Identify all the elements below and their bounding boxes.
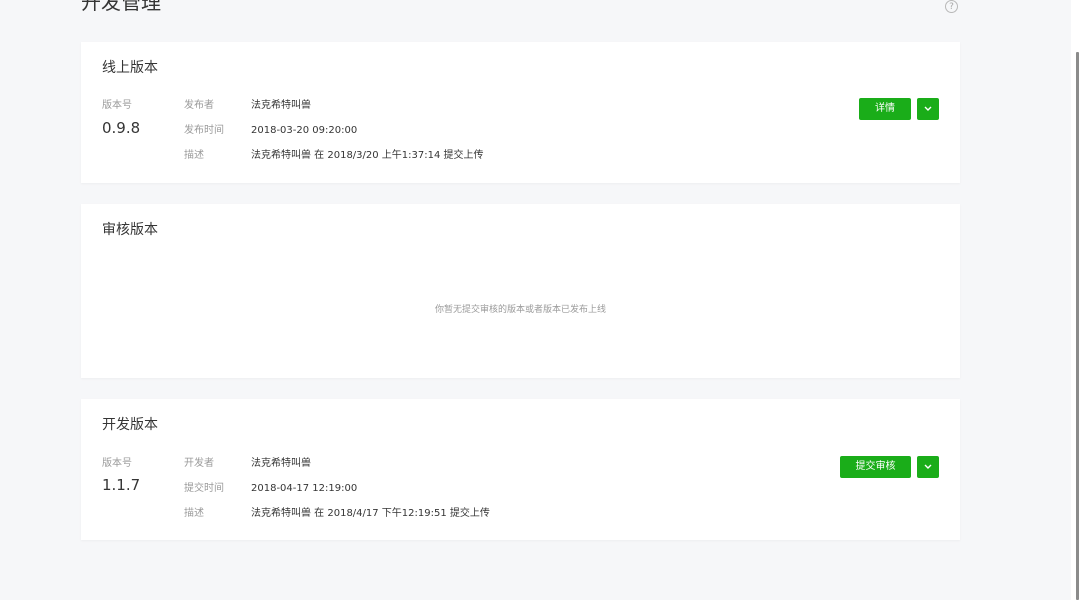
online-publish-time-label: 发布时间 bbox=[184, 125, 224, 136]
details-button[interactable]: 详情 bbox=[859, 98, 911, 120]
online-publish-time-value: 2018-03-20 09:20:00 bbox=[251, 125, 358, 136]
dev-submit-time-value: 2018-04-17 12:19:00 bbox=[251, 483, 358, 494]
page-title: 开发管理 bbox=[81, 0, 161, 14]
dev-developer-label: 开发者 bbox=[184, 458, 214, 469]
online-more-dropdown-button[interactable] bbox=[917, 98, 939, 120]
dev-description-label: 描述 bbox=[184, 508, 204, 519]
dev-developer-value: 法克希特叫兽 bbox=[251, 458, 311, 469]
online-description-label: 描述 bbox=[184, 150, 204, 161]
online-publisher-value: 法克希特叫兽 bbox=[251, 100, 311, 111]
online-version-title: 线上版本 bbox=[102, 60, 158, 76]
online-publisher-label: 发布者 bbox=[184, 100, 214, 111]
dev-version-label: 版本号 bbox=[102, 458, 132, 469]
dev-submit-time-label: 提交时间 bbox=[184, 483, 224, 494]
dev-more-dropdown-button[interactable] bbox=[917, 456, 939, 478]
review-version-title: 审核版本 bbox=[102, 222, 158, 238]
online-description-value: 法克希特叫兽 在 2018/3/20 上午1:37:14 提交上传 bbox=[251, 150, 484, 161]
scrollbar-thumb[interactable] bbox=[1076, 52, 1079, 600]
dev-description-value: 法克希特叫兽 在 2018/4/17 下午12:19:51 提交上传 bbox=[251, 508, 490, 519]
help-icon[interactable]: ? bbox=[945, 0, 958, 13]
submit-review-button[interactable]: 提交审核 bbox=[840, 456, 911, 478]
review-version-card: 审核版本 你暂无提交审核的版本或者版本已发布上线 bbox=[81, 204, 960, 378]
online-version-number: 0.9.8 bbox=[102, 119, 141, 137]
dev-version-card: 开发版本 版本号 1.1.7 开发者 法克希特叫兽 提交时间 2018-04-1… bbox=[81, 399, 960, 540]
dev-version-number: 1.1.7 bbox=[102, 476, 141, 494]
online-version-label: 版本号 bbox=[102, 100, 132, 111]
dev-version-title: 开发版本 bbox=[102, 417, 158, 433]
chevron-down-icon bbox=[924, 106, 932, 111]
review-empty-tip: 你暂无提交审核的版本或者版本已发布上线 bbox=[434, 305, 606, 315]
chevron-down-icon bbox=[924, 464, 932, 469]
online-version-card: 线上版本 版本号 0.9.8 发布者 法克希特叫兽 发布时间 2018-03-2… bbox=[81, 42, 960, 183]
